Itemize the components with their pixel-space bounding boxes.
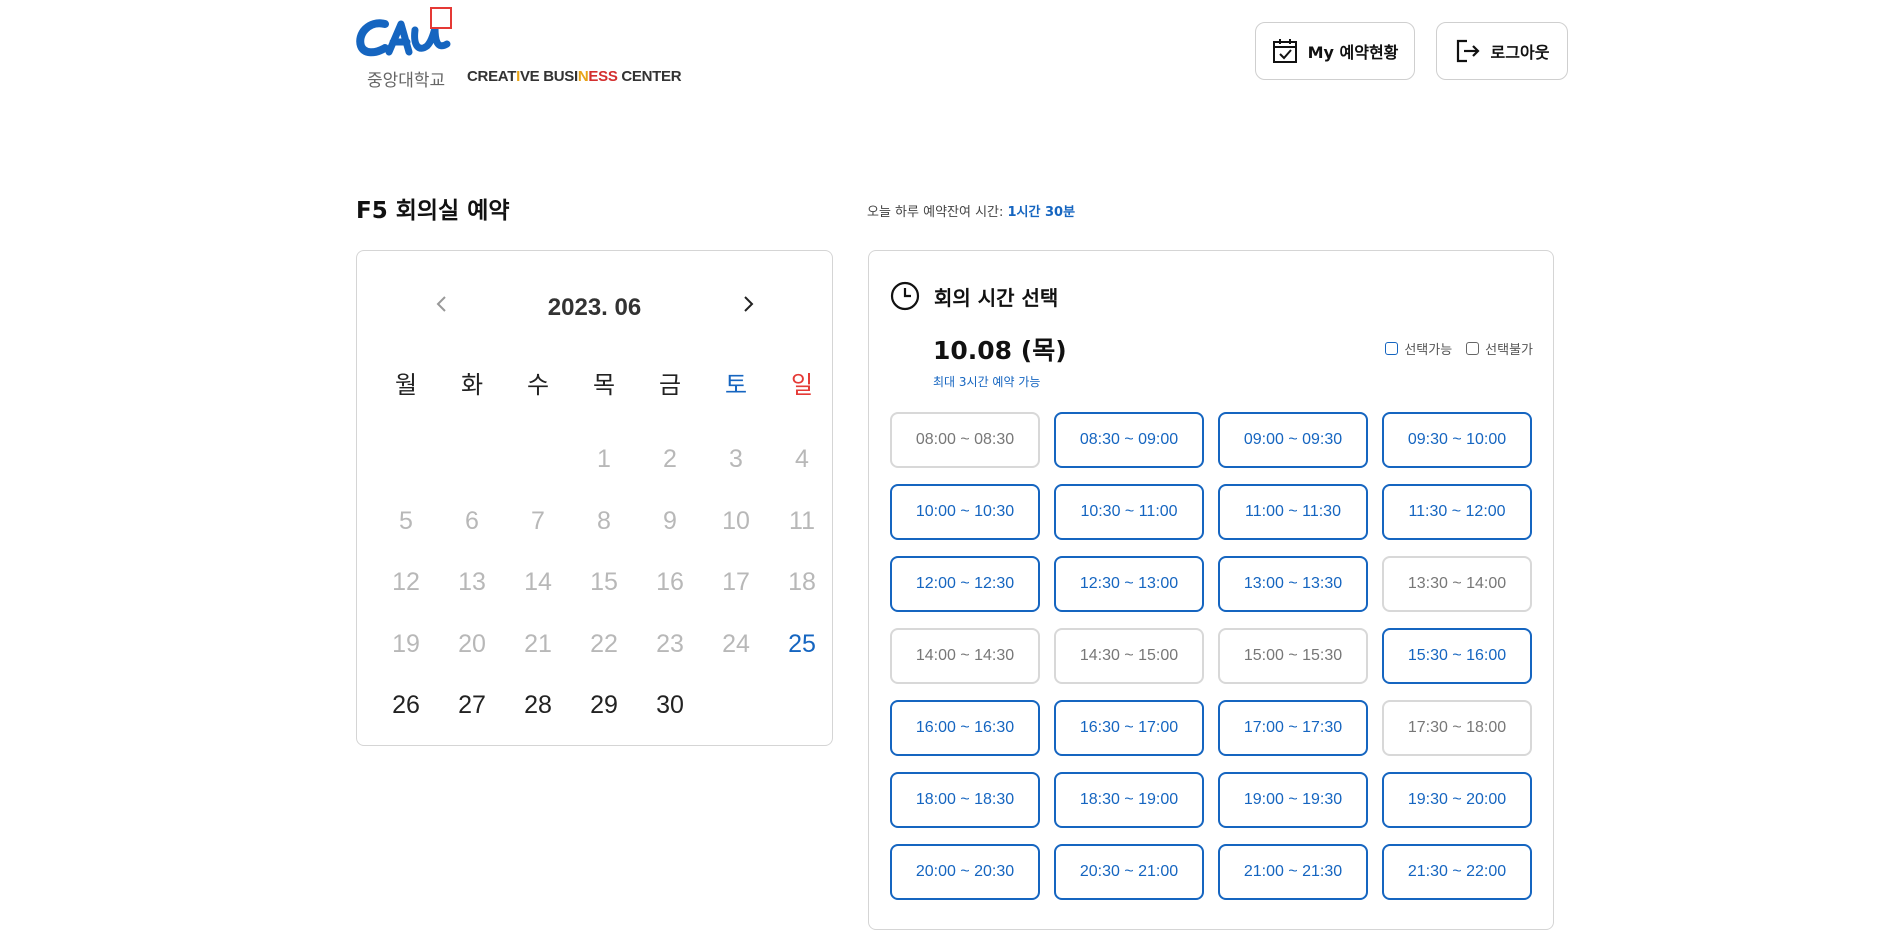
time-slot-button[interactable]: 20:30 ~ 21:00 xyxy=(1054,844,1204,900)
calendar-day: 5 xyxy=(399,506,413,535)
time-slot-button[interactable]: 12:00 ~ 12:30 xyxy=(890,556,1040,612)
max-duration-note: 최대 3시간 예약 가능 xyxy=(933,375,1041,389)
time-slot-button: 14:00 ~ 14:30 xyxy=(890,628,1040,684)
calendar-day: 9 xyxy=(663,506,677,535)
calendar-day: 11 xyxy=(789,506,815,535)
panel-title: 회의 시간 선택 xyxy=(934,285,1059,310)
time-slot-button[interactable]: 17:00 ~ 17:30 xyxy=(1218,700,1368,756)
time-slot-button[interactable]: 18:00 ~ 18:30 xyxy=(890,772,1040,828)
logout-icon xyxy=(1456,39,1480,63)
weekday-header: 목 xyxy=(592,371,616,399)
slot-legend: 선택가능 선택불가 xyxy=(1385,339,1533,358)
calendar: 2023. 06 월 화 수 목 금 토 일 1 2 3 4 5 6 7 8 9 10 11 12 13 14 15 16 1… xyxy=(356,250,833,746)
time-slot-button[interactable]: 15:30 ~ 16:00 xyxy=(1382,628,1532,684)
calendar-day: 21 xyxy=(524,629,552,658)
time-slot-button: 14:30 ~ 15:00 xyxy=(1054,628,1204,684)
university-name: 중앙대학교 xyxy=(367,71,446,91)
time-slot-button[interactable]: 21:00 ~ 21:30 xyxy=(1218,844,1368,900)
time-slot-button[interactable]: 19:30 ~ 20:00 xyxy=(1382,772,1532,828)
calendar-day[interactable]: 26 xyxy=(373,675,439,737)
next-month-button[interactable] xyxy=(733,289,763,319)
remaining-time-value: 1시간 30분 xyxy=(1007,205,1076,220)
time-selection-panel: 회의 시간 선택 10.08 (목) 최대 3시간 예약 가능 선택가능 선택불… xyxy=(868,250,1554,930)
calendar-day: 14 xyxy=(524,568,552,597)
logout-button[interactable]: 로그아웃 xyxy=(1436,22,1568,80)
time-slot-button[interactable]: 09:30 ~ 10:00 xyxy=(1382,412,1532,468)
weekday-header: 월 xyxy=(394,371,418,399)
calendar-day: 15 xyxy=(590,568,618,597)
calendar-day: 17 xyxy=(722,568,750,597)
calendar-day: 1 xyxy=(597,445,611,474)
logout-label: 로그아웃 xyxy=(1490,43,1550,62)
time-slot-grid: 08:00 ~ 08:30 08:30 ~ 09:00 09:00 ~ 09:30 0… xyxy=(890,412,1532,900)
my-reservation-button[interactable]: My 예약현황 xyxy=(1255,22,1415,80)
legend-available: 선택가능 xyxy=(1385,339,1452,358)
time-slot-button[interactable]: 08:30 ~ 09:00 xyxy=(1054,412,1204,468)
time-slot-button[interactable]: 18:30 ~ 19:00 xyxy=(1054,772,1204,828)
my-reservation-label: My 예약현황 xyxy=(1307,43,1399,62)
calendar-day: 19 xyxy=(392,629,420,658)
page-title: F5 회의실 예약 xyxy=(356,198,510,224)
time-slot-button[interactable]: 13:00 ~ 13:30 xyxy=(1218,556,1368,612)
time-slot-button[interactable]: 20:00 ~ 20:30 xyxy=(890,844,1040,900)
available-swatch xyxy=(1385,342,1399,355)
unavailable-swatch xyxy=(1466,342,1480,355)
weekday-header: 일 xyxy=(790,371,814,399)
calendar-day: 18 xyxy=(788,568,816,597)
time-slot-button: 17:30 ~ 18:00 xyxy=(1382,700,1532,756)
calendar-day: 6 xyxy=(465,506,479,535)
empty-day-cell xyxy=(505,429,571,491)
time-slot-button[interactable]: 21:30 ~ 22:00 xyxy=(1382,844,1532,900)
calendar-day: 12 xyxy=(392,568,420,597)
calendar-day[interactable]: 28 xyxy=(505,675,571,737)
calendar-day: 2 xyxy=(663,445,677,474)
calendar-day: 7 xyxy=(531,506,545,535)
weekday-header: 수 xyxy=(526,371,550,399)
calendar-day: 22 xyxy=(590,629,618,658)
calendar-day: 16 xyxy=(656,568,684,597)
time-slot-button[interactable]: 16:00 ~ 16:30 xyxy=(890,700,1040,756)
selected-date: 10.08 (목) xyxy=(933,336,1067,365)
calendar-day: 3 xyxy=(729,445,743,474)
empty-day-cell xyxy=(373,429,439,491)
calendar-day: 4 xyxy=(795,445,809,474)
time-slot-button[interactable]: 11:00 ~ 11:30 xyxy=(1218,484,1368,540)
calendar-day: 13 xyxy=(458,568,486,597)
time-slot-button: 13:30 ~ 14:00 xyxy=(1382,556,1532,612)
chevron-right-icon xyxy=(744,296,754,312)
calendar-check-icon xyxy=(1272,39,1297,63)
calendar-day: 10 xyxy=(722,506,750,535)
calendar-day: 8 xyxy=(597,506,611,535)
weekday-header: 토 xyxy=(724,371,748,399)
legend-unavailable: 선택불가 xyxy=(1466,339,1533,358)
time-slot-button[interactable]: 19:00 ~ 19:30 xyxy=(1218,772,1368,828)
remaining-time: 오늘 하루 예약잔여 시간: 1시간 30분 xyxy=(867,205,1076,220)
clock-icon xyxy=(890,281,920,311)
time-slot-button[interactable]: 10:00 ~ 10:30 xyxy=(890,484,1040,540)
time-slot-button: 15:00 ~ 15:30 xyxy=(1218,628,1368,684)
empty-day-cell xyxy=(439,429,505,491)
time-slot-button[interactable]: 10:30 ~ 11:00 xyxy=(1054,484,1204,540)
empty-day-cell xyxy=(703,675,769,737)
calendar-day[interactable]: 27 xyxy=(439,675,505,737)
calendar-day: 20 xyxy=(458,629,486,658)
weekday-header: 화 xyxy=(460,371,484,399)
calendar-day[interactable]: 29 xyxy=(571,675,637,737)
center-name: CREATIVE BUSINESS CENTER xyxy=(467,68,682,85)
cau-logo-mark xyxy=(356,7,452,57)
empty-day-cell xyxy=(769,675,835,737)
calendar-grid: 월 화 수 목 금 토 일 1 2 3 4 5 6 7 8 9 10 11 12 13 14 15 16 17 18 19 20 21… xyxy=(373,365,835,737)
calendar-day[interactable]: 30 xyxy=(637,675,703,737)
time-slot-button[interactable]: 11:30 ~ 12:00 xyxy=(1382,484,1532,540)
calendar-day: 24 xyxy=(722,629,750,658)
time-slot-button: 08:00 ~ 08:30 xyxy=(890,412,1040,468)
time-slot-button[interactable]: 12:30 ~ 13:00 xyxy=(1054,556,1204,612)
calendar-day[interactable]: 25 xyxy=(769,614,835,676)
calendar-day: 23 xyxy=(656,629,684,658)
weekday-header: 금 xyxy=(658,371,682,399)
logo[interactable]: 중앙대학교 CREATIVE BUSINESS CENTER xyxy=(355,6,682,91)
time-slot-button[interactable]: 09:00 ~ 09:30 xyxy=(1218,412,1368,468)
panel-heading: 회의 시간 선택 xyxy=(890,281,1058,311)
time-slot-button[interactable]: 16:30 ~ 17:00 xyxy=(1054,700,1204,756)
